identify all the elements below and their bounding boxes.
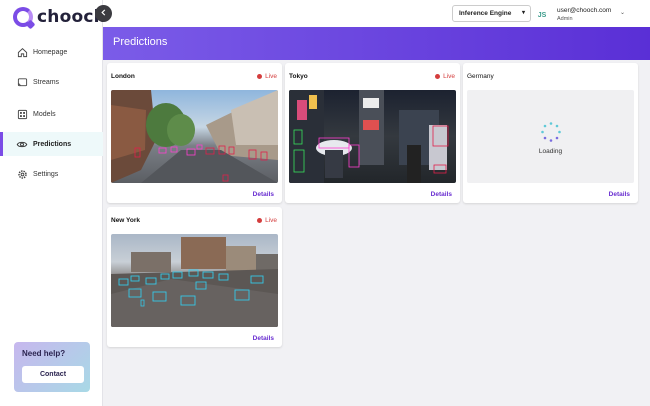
card-title: Tokyo (289, 73, 308, 80)
live-badge: Live (435, 73, 455, 80)
help-title: Need help? (22, 349, 66, 358)
stream-feed-tokyo[interactable] (289, 90, 456, 183)
sidebar-item-label: Streams (33, 78, 60, 86)
sidebar-item-label: Models (33, 110, 56, 118)
details-link[interactable]: Details (253, 191, 274, 198)
eye-icon (16, 138, 28, 150)
live-dot-icon (257, 74, 263, 79)
tokyo-street-scene (289, 90, 449, 183)
chevron-down-icon: ▾ (521, 10, 525, 16)
top-header: Inference Engine ▾ JS user@chooch.com Ad… (103, 0, 650, 27)
page-title-bar: Predictions (103, 27, 650, 60)
card-title: Germany (467, 73, 494, 80)
sidebar-item-settings[interactable]: Settings (0, 162, 103, 186)
london-street-scene (111, 90, 278, 183)
live-label: Live (265, 217, 277, 224)
details-link[interactable]: Details (609, 191, 630, 198)
contact-button[interactable]: Contact (22, 366, 84, 383)
live-badge: Live (257, 217, 277, 224)
sidebar-item-predictions[interactable]: Predictions (0, 132, 103, 156)
inference-engine-select[interactable]: Inference Engine ▾ (452, 5, 531, 22)
chooch-logo-icon (13, 7, 33, 27)
card-title: New York (111, 217, 141, 224)
live-dot-icon (257, 218, 263, 223)
sidebar-item-label: Predictions (33, 140, 72, 148)
home-icon (16, 46, 28, 58)
details-link[interactable]: Details (253, 335, 274, 342)
loading-spinner-icon (541, 122, 561, 142)
inference-engine-label: Inference Engine (459, 10, 512, 17)
gear-icon (16, 168, 28, 180)
user-email: user@chooch.com (557, 7, 612, 14)
card-title: London (111, 73, 135, 80)
live-dot-icon (435, 74, 441, 79)
stream-feed-new-york[interactable] (111, 234, 278, 327)
sidebar-nav: Homepage Streams Models Predictions Sett… (0, 40, 103, 192)
sidebar-collapse-button[interactable] (95, 5, 112, 22)
live-badge: Live (257, 73, 277, 80)
logo[interactable]: chooch (13, 7, 106, 27)
details-link[interactable]: Details (431, 191, 452, 198)
chevron-left-icon (100, 8, 107, 19)
sidebar-item-label: Homepage (33, 48, 68, 56)
stream-feed-london[interactable] (111, 90, 278, 183)
live-label: Live (265, 73, 277, 80)
stream-card-new-york[interactable]: New York Live Details (107, 207, 282, 347)
loading-label: Loading (538, 148, 563, 155)
models-icon (16, 108, 28, 120)
user-role: Admin (557, 16, 573, 22)
sidebar-item-homepage[interactable]: Homepage (0, 40, 103, 64)
stream-card-germany[interactable]: Germany Loading Details (463, 63, 638, 203)
help-panel: Need help? Contact (14, 342, 90, 392)
sidebar: chooch Homepage Streams Models Predictio… (0, 0, 106, 406)
user-menu-chevron-icon[interactable]: ⌄ (620, 9, 625, 16)
new-york-intersection-scene (111, 237, 278, 327)
sidebar-item-models[interactable]: Models (0, 102, 103, 126)
sidebar-item-label: Settings (33, 170, 59, 178)
page-title: Predictions (113, 36, 168, 48)
live-label: Live (443, 73, 455, 80)
sidebar-item-streams[interactable]: Streams (0, 70, 103, 94)
cast-icon (16, 76, 28, 88)
avatar[interactable]: JS (534, 7, 550, 23)
stream-card-tokyo[interactable]: Tokyo Live Details (285, 63, 460, 203)
stream-card-london[interactable]: London Live Details (107, 63, 282, 203)
stream-loading-placeholder: Loading (467, 90, 634, 183)
